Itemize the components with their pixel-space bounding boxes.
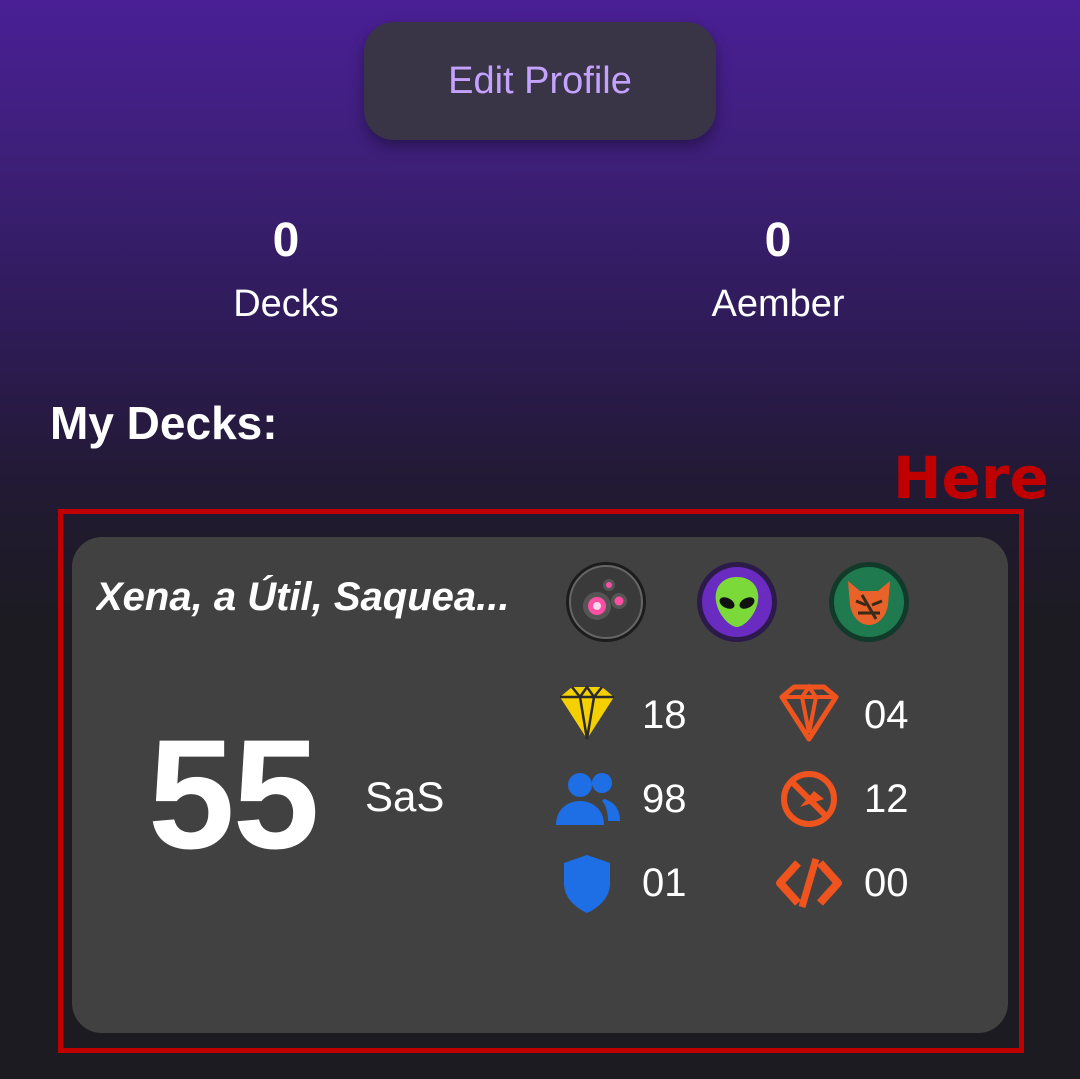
- decks-stat: 0 Decks: [136, 212, 436, 326]
- decks-count: 0: [272, 214, 300, 267]
- here-annotation: Here: [893, 444, 1049, 512]
- stat-value-aember-yellow: 18: [642, 693, 687, 737]
- stat-value-aember-orange: 04: [864, 693, 909, 737]
- deck-name: Xena, a Útil, Saquea...: [96, 575, 510, 619]
- aember-count: 0: [764, 214, 792, 267]
- stat-value-shield: 01: [642, 861, 687, 905]
- orange-aember-gem-icon: [774, 683, 844, 743]
- untamed-house-icon: [828, 561, 910, 643]
- logos-house-icon: [565, 561, 647, 643]
- creatures-icon: [552, 769, 622, 829]
- stat-value-creatures: 98: [642, 777, 687, 821]
- stat-value-code: 00: [864, 861, 909, 905]
- aember-stat: 0 Aember: [628, 212, 928, 326]
- sas-label: SaS: [365, 773, 445, 820]
- my-decks-heading: My Decks:: [50, 397, 278, 449]
- decks-label: Decks: [233, 283, 339, 325]
- aember-label: Aember: [711, 283, 845, 325]
- mars-house-icon: [696, 561, 778, 643]
- sas-score: 55: [148, 708, 320, 882]
- edit-profile-button[interactable]: Edit Profile: [364, 22, 716, 140]
- yellow-aember-gem-icon: [552, 683, 622, 743]
- code-icon: [774, 853, 844, 913]
- deck-card[interactable]: Xena, a Útil, Saquea... 55 SaS 18 04 98 …: [72, 537, 1008, 1033]
- shield-icon: [552, 853, 622, 913]
- stat-value-capture: 12: [864, 777, 909, 821]
- no-capture-icon: [774, 769, 844, 829]
